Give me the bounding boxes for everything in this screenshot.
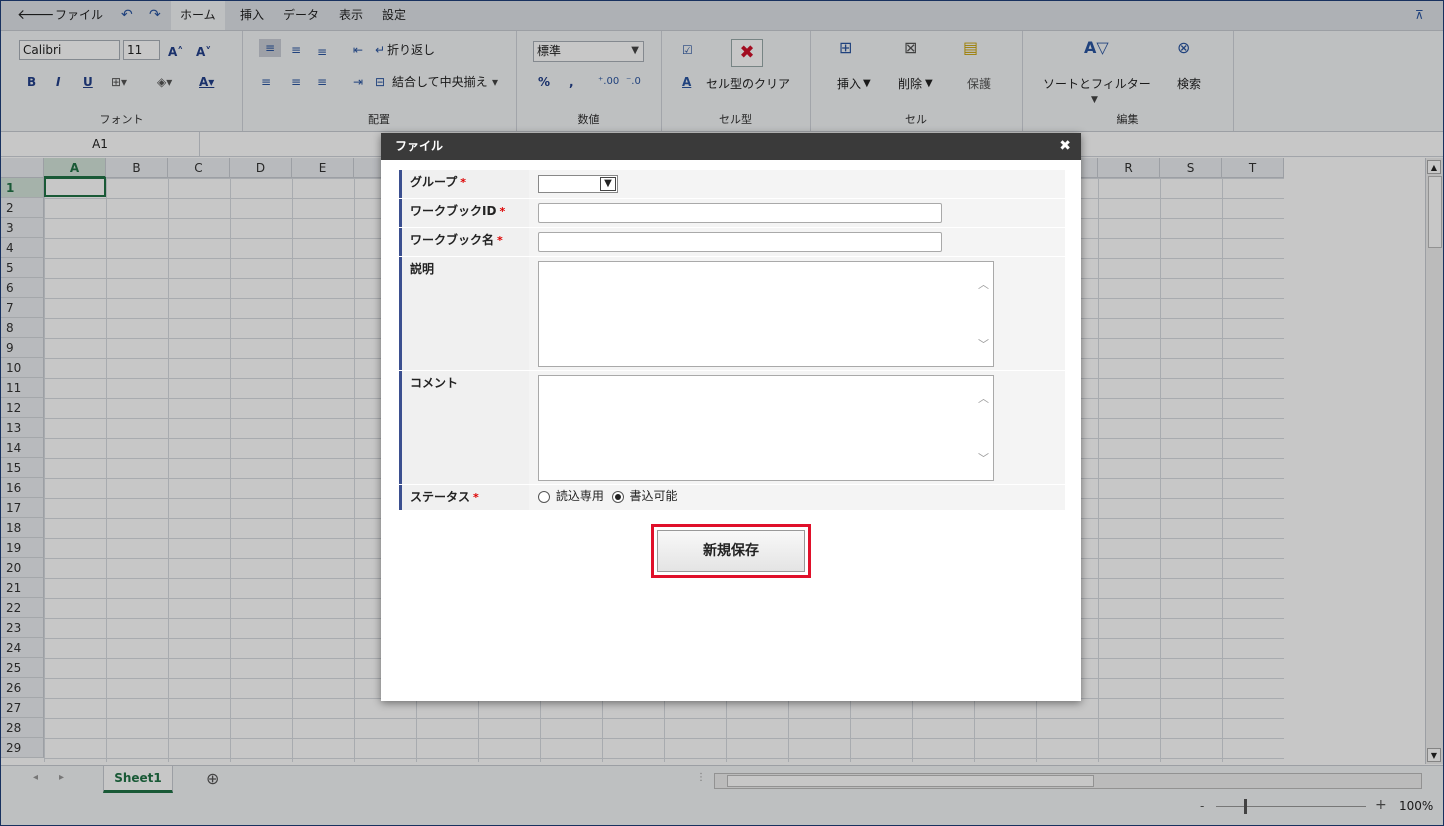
workbook-name-input[interactable] xyxy=(538,232,942,252)
value-workbook-id xyxy=(532,199,1065,227)
row-workbook-id: ワークブックID * xyxy=(399,199,1065,228)
close-icon[interactable]: ✖ xyxy=(1059,133,1071,160)
value-status: 読込専用 書込可能 xyxy=(532,485,1065,510)
value-description: ︿ ﹀ xyxy=(532,257,1065,370)
new-save-button[interactable]: 新規保存 xyxy=(657,530,805,572)
scroll-up-icon[interactable]: ︿ xyxy=(978,390,989,406)
comment-textarea[interactable]: ︿ ﹀ xyxy=(538,375,994,481)
row-workbook-name: ワークブック名 * xyxy=(399,228,1065,257)
dialog-titlebar: ファイル ✖ xyxy=(381,133,1081,160)
row-description: 説明 ︿ ﹀ xyxy=(399,257,1065,371)
row-group: グループ * ▼ xyxy=(399,170,1065,199)
file-dialog: ファイル ✖ グループ * ▼ ワークブックID * ワークブック名 * 説明 ︿ ﹀… xyxy=(381,133,1081,701)
value-group: ▼ xyxy=(532,170,1065,198)
dialog-title: ファイル xyxy=(395,139,444,153)
description-textarea[interactable]: ︿ ﹀ xyxy=(538,261,994,367)
value-comment: ︿ ﹀ xyxy=(532,371,1065,484)
label-workbook-id: ワークブックID * xyxy=(399,199,529,227)
radio-writable[interactable] xyxy=(611,490,624,503)
radio-read-only-label[interactable]: 読込専用 xyxy=(556,489,604,503)
label-workbook-name: ワークブック名 * xyxy=(399,228,529,256)
group-select[interactable]: ▼ xyxy=(538,175,618,193)
chevron-down-icon: ▼ xyxy=(600,177,616,191)
radio-read-only[interactable] xyxy=(538,490,550,503)
save-button-highlight: 新規保存 xyxy=(651,524,811,578)
scroll-up-icon[interactable]: ︿ xyxy=(978,276,989,292)
row-comment: コメント ︿ ﹀ xyxy=(399,371,1065,485)
value-workbook-name xyxy=(532,228,1065,256)
label-comment: コメント xyxy=(399,371,529,484)
radio-writable-label[interactable]: 書込可能 xyxy=(630,489,678,503)
label-status: ステータス * xyxy=(399,485,529,510)
workbook-id-input[interactable] xyxy=(538,203,942,223)
label-group: グループ * xyxy=(399,170,529,198)
scroll-down-icon[interactable]: ﹀ xyxy=(978,336,989,352)
label-description: 説明 xyxy=(399,257,529,370)
row-status: ステータス * 読込専用 書込可能 xyxy=(399,485,1065,511)
scroll-down-icon[interactable]: ﹀ xyxy=(978,450,989,466)
